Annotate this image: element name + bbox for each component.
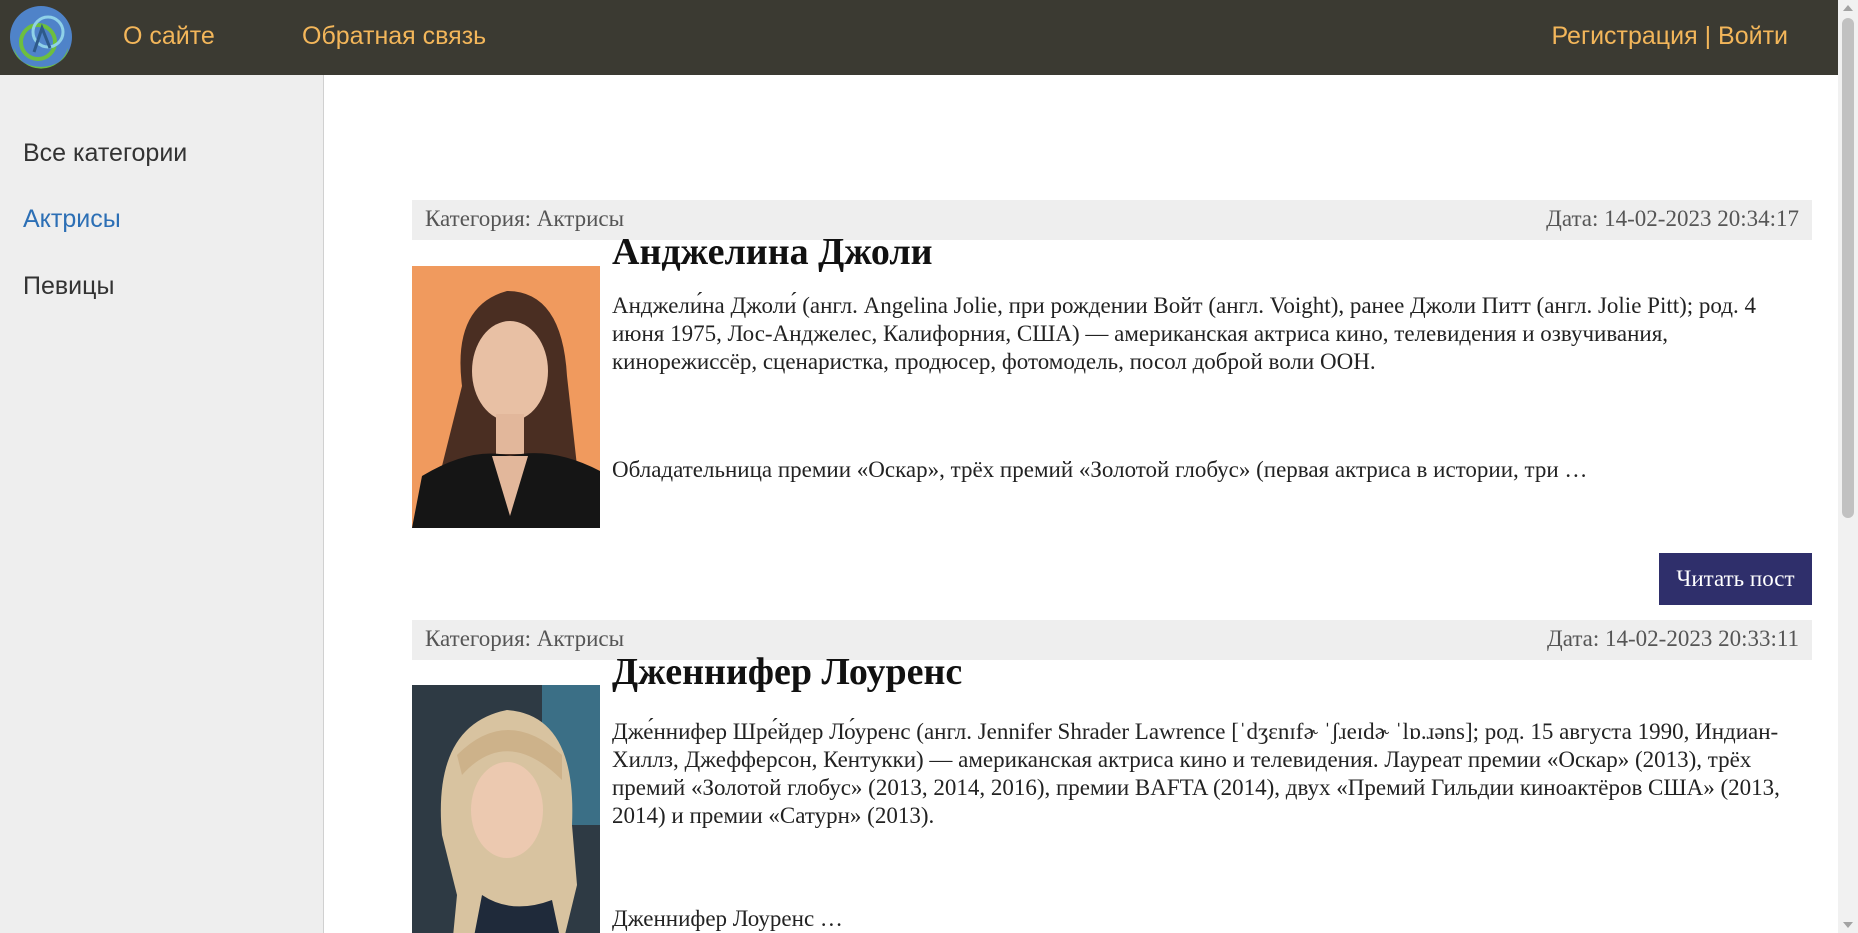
post-excerpt: Анджели́на Джоли́ (англ. Angelina Jolie,… bbox=[612, 293, 1756, 374]
sidebar-item-singers[interactable]: Певицы bbox=[23, 272, 114, 301]
auth-separator: | bbox=[1697, 22, 1719, 50]
post-list: Категория: Актрисы Дата: 14-02-2023 20:3… bbox=[324, 75, 1838, 933]
site-logo-icon[interactable] bbox=[8, 4, 74, 70]
scroll-up-arrow-icon[interactable] bbox=[1843, 5, 1853, 11]
category-sidebar: Все категории Актрисы Певицы bbox=[0, 75, 324, 933]
post-excerpt-continued: Обладательница премии «Оскар», трёх прем… bbox=[612, 457, 1588, 482]
nav-about-link[interactable]: О сайте bbox=[123, 22, 215, 51]
post-excerpt: Дже́ннифер Шре́йдер Ло́уренс (англ. Jenn… bbox=[612, 719, 1780, 828]
sidebar-item-all-categories[interactable]: Все категории bbox=[23, 139, 187, 168]
top-navbar: О сайте Обратная связь Регистрация | Вой… bbox=[0, 0, 1838, 75]
post-title[interactable]: Анджелина Джоли bbox=[612, 230, 933, 274]
read-post-button[interactable]: Читать пост bbox=[1659, 553, 1812, 605]
post-title[interactable]: Дженнифер Лоуренс bbox=[612, 650, 962, 694]
login-link[interactable]: Войти bbox=[1718, 22, 1788, 50]
scrollbar-thumb[interactable] bbox=[1842, 18, 1854, 518]
post-date: Дата: 14-02-2023 20:33:11 bbox=[1547, 626, 1799, 651]
post-thumbnail-image bbox=[412, 266, 600, 528]
post-thumbnail-image bbox=[412, 685, 600, 933]
page-scrollbar[interactable] bbox=[1838, 0, 1858, 933]
post-excerpt-continued: Дженнифер Лоуренс … bbox=[612, 906, 843, 931]
sidebar-item-actresses[interactable]: Актрисы bbox=[23, 205, 121, 234]
post-category: Категория: Актрисы bbox=[425, 206, 625, 231]
nav-feedback-link[interactable]: Обратная связь bbox=[302, 22, 486, 51]
scroll-down-arrow-icon[interactable] bbox=[1843, 922, 1853, 928]
post-date: Дата: 14-02-2023 20:34:17 bbox=[1546, 206, 1799, 231]
post-category: Категория: Актрисы bbox=[425, 626, 625, 651]
auth-links: Регистрация | Войти bbox=[1551, 22, 1788, 51]
register-link[interactable]: Регистрация bbox=[1551, 22, 1697, 50]
